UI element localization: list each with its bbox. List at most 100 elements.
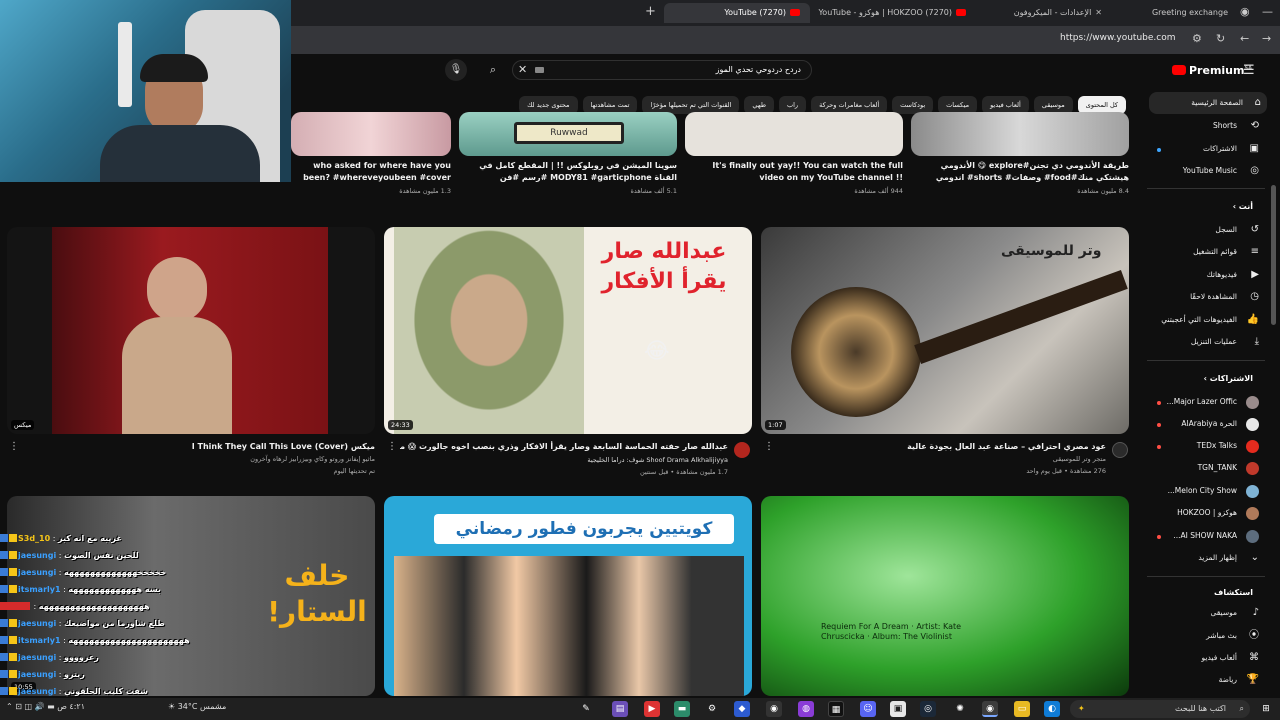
steam-icon[interactable]: ◎ <box>920 701 936 717</box>
chrome-icon[interactable]: ◉ <box>982 701 998 717</box>
channel-avatar[interactable] <box>1112 442 1128 458</box>
sidebar-item-home[interactable]: ⌂ الصفحة الرئيسية <box>1149 92 1267 114</box>
app-icon[interactable]: ▦ <box>828 701 844 717</box>
sidebar-item-music-explore[interactable]: ♪ موسيقى <box>1143 602 1267 624</box>
scrollbar[interactable] <box>1271 185 1276 325</box>
app-icon[interactable]: ✺ <box>952 701 968 717</box>
short-title[interactable]: It's finally out yay!! You can watch the… <box>685 160 903 184</box>
minimize-icon[interactable]: — <box>1262 5 1273 18</box>
video-thumbnail[interactable]: Requiem For A Dream · Artist: Kate Chrus… <box>761 496 1129 696</box>
badge-icon <box>0 687 8 695</box>
more-options-icon[interactable]: ⋮ <box>764 441 774 452</box>
badge-icon <box>9 551 17 559</box>
sidebar-item-playlists[interactable]: ≡ قوائم التشغيل <box>1143 241 1267 263</box>
pen-icon[interactable]: ✎ <box>578 701 594 717</box>
video-title[interactable]: عود مصري احترافي – صناعة عبد العال بجودة… <box>780 441 1106 453</box>
app-icon[interactable]: ▣ <box>890 701 906 717</box>
sidebar-item-subscription[interactable]: الحرة AlArabiya <box>1143 413 1267 435</box>
sidebar-item-subscription[interactable]: Melon City Show... <box>1143 480 1267 502</box>
clear-search-icon[interactable]: ✕ <box>518 63 527 76</box>
url-field[interactable]: https://www.youtube.com <box>1060 33 1175 43</box>
short-title[interactable]: سوينا الميشن في روبلوكس !! | المقطع كامل… <box>459 160 677 184</box>
channel-avatar[interactable] <box>734 442 750 458</box>
video-channel[interactable]: متجر وتر للموسيقى <box>780 455 1106 463</box>
tab-greeting-exchange[interactable]: Greeting exchange <box>1124 3 1234 23</box>
short-thumbnail[interactable] <box>911 112 1129 156</box>
more-options-icon[interactable]: ⋮ <box>387 441 397 452</box>
sidebar-item-subscriptions[interactable]: ▣ الاشتراكات <box>1143 138 1267 160</box>
video-channel[interactable]: ماثيو إيفانز وروتو وكاي وبيزرابيز لرهاه … <box>20 455 375 463</box>
sidebar-item-subscription[interactable]: TGN_TANK <box>1143 457 1267 479</box>
search-icon[interactable]: ⌕ <box>482 60 504 80</box>
obs-icon[interactable]: ◉ <box>766 701 782 717</box>
app-icon[interactable]: ▶ <box>644 701 660 717</box>
video-thumbnail[interactable]: وتر للموسيقى 1:07 <box>761 227 1129 434</box>
discord-icon[interactable]: ☺ <box>860 701 876 717</box>
edge-icon[interactable]: ◐ <box>1044 701 1060 717</box>
short-views: 8.4 مليون مشاهدة <box>1077 187 1129 195</box>
sidebar-item-show-more[interactable]: ⌄ إظهار المزيد <box>1143 547 1267 569</box>
video-thumbnail[interactable]: كويتيين يجربون فطور رمضاني سعودي <box>384 496 752 696</box>
back-icon[interactable]: ← <box>1240 32 1249 45</box>
video-channel[interactable]: Shoof Drama Alkhalijiyya شوف: دراما الخل… <box>400 456 728 464</box>
reload-icon[interactable]: ↻ <box>1216 32 1225 45</box>
divider <box>1147 188 1265 189</box>
chat-username: jaesungi <box>18 551 57 560</box>
youtube-logo[interactable]: PremiumSA <box>1172 64 1252 77</box>
video-title[interactable]: عبدالله صار حفته الحماسة السابعة وصار يق… <box>400 441 728 453</box>
short-thumbnail[interactable] <box>685 112 903 156</box>
app-icon[interactable]: ◍ <box>798 701 814 717</box>
short-thumbnail[interactable]: Ruwwad <box>459 112 677 156</box>
sidebar-item-gaming[interactable]: ⌘ ألعاب فيديو <box>1143 647 1267 669</box>
file-explorer-icon[interactable]: ▭ <box>1014 701 1030 717</box>
sidebar-item-live[interactable]: ⦿ بث مباشر <box>1143 625 1267 647</box>
video-title[interactable]: ميكس I Think They Call This Love (Cover) <box>20 441 375 453</box>
profile-icon[interactable]: ◉ <box>1240 5 1250 18</box>
weather-widget[interactable]: ☀ 34°C مشمس <box>168 702 226 711</box>
video-thumbnail[interactable]: عبدالله صار يقرأ الأفكار 😂 24:33 <box>384 227 752 434</box>
app-icon[interactable]: ◆ <box>734 701 750 717</box>
chat-text: ههههههههههههههههههههههه <box>68 636 190 645</box>
chat-text: رعروووو <box>63 653 99 662</box>
short-title[interactable]: who asked for where have you been? #wher… <box>291 160 451 184</box>
video-thumbnail[interactable]: ميكس <box>7 227 375 434</box>
short-thumbnail[interactable] <box>291 112 451 156</box>
sidebar-item-subscription[interactable]: TEDx Talks <box>1143 435 1267 457</box>
sidebar-item-watch-later[interactable]: ◷ المشاهدة لاحقًا <box>1143 286 1267 308</box>
short-title[interactable]: طريقة الأندومي دي تجنن#explore 😋 الأندوم… <box>911 160 1129 184</box>
sidebar-item-shorts[interactable]: ⟲ Shorts <box>1143 115 1267 137</box>
search-input[interactable]: ✕ دردح دردوحي تحدي الموز <box>512 60 812 80</box>
close-icon[interactable]: ✕ <box>1095 8 1102 17</box>
site-settings-icon[interactable]: ⚙ <box>1192 32 1202 45</box>
sidebar-subs-header[interactable]: الاشتراكات › <box>1143 374 1267 383</box>
sidebar-item-subscription[interactable]: هوكزو | HOKZOO <box>1143 502 1267 524</box>
tab-settings[interactable]: ✕الإعدادات - الميكروفون <box>984 3 1112 23</box>
sidebar-you-header[interactable]: أنت › <box>1143 202 1267 211</box>
system-tray[interactable]: ⌃ ⊡ ◫ 🔊 ▬ ٤:٢١ ص <box>6 702 85 711</box>
sidebar-item-subscription[interactable]: AI SHOW NAKA... <box>1143 525 1267 547</box>
new-tab-button[interactable]: + <box>645 4 656 19</box>
menu-icon[interactable]: ☰ <box>1243 63 1255 78</box>
tab-hokzoo[interactable]: (7270) HOKZOO | هوكزو - YouTube <box>816 3 976 23</box>
app-icon[interactable]: ▬ <box>674 701 690 717</box>
sidebar-item-liked[interactable]: 👍 الفيديوهات التي أعجبتني <box>1143 309 1267 331</box>
app-icon[interactable]: ▤ <box>612 701 628 717</box>
sidebar-item-downloads[interactable]: ⤓ عمليات التنزيل <box>1143 331 1267 353</box>
sidebar-item-music[interactable]: ◎ YouTube Music <box>1143 160 1267 182</box>
forward-icon[interactable]: → <box>1262 32 1271 45</box>
taskbar-search[interactable]: ⌕ اكتب هنا للبحث ✦ <box>1070 700 1250 718</box>
badge-icon <box>9 670 17 678</box>
tab-title: Greeting exchange <box>1151 8 1228 17</box>
tab-youtube[interactable]: (7270) YouTube <box>664 3 810 23</box>
sidebar-item-history[interactable]: ↺ السجل <box>1143 219 1267 241</box>
windows-start-icon[interactable]: ⊞ <box>1258 701 1274 717</box>
voice-search-icon[interactable]: 🎙 <box>445 59 467 81</box>
sidebar-item-subscription[interactable]: Major Lazer Offic... <box>1143 391 1267 413</box>
channel-avatar <box>1246 507 1259 520</box>
keyboard-icon[interactable] <box>535 67 544 73</box>
settings-icon[interactable]: ⚙ <box>704 701 720 717</box>
sidebar-item-your-videos[interactable]: ▶ فيديوهاتك <box>1143 264 1267 286</box>
more-options-icon[interactable]: ⋮ <box>9 441 19 452</box>
chat-message: itsmarly1 : بسه هههههههههههههه <box>0 581 161 598</box>
sidebar-item-sports[interactable]: 🏆 رياضة <box>1143 669 1267 691</box>
